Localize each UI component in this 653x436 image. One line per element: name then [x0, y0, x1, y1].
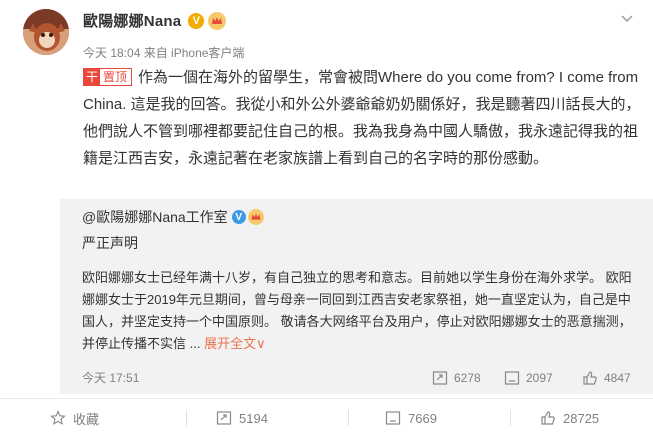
- chevron-down-icon[interactable]: [619, 10, 635, 26]
- like-button[interactable]: 28725: [540, 399, 599, 436]
- repost-card[interactable]: @歐陽娜娜Nana工作室 V 严正声明 欧阳娜娜女士已经年满十八岁，有自己独立的…: [60, 199, 653, 394]
- pin-icon: 干: [84, 69, 100, 85]
- toolbar-divider: [186, 410, 187, 426]
- author-name[interactable]: 歐陽娜娜Nana: [83, 10, 181, 31]
- comment-button[interactable]: 7669: [385, 399, 437, 436]
- expand-label: 展开全文: [204, 336, 257, 351]
- repost-author[interactable]: @歐陽娜娜Nana工作室: [82, 207, 228, 227]
- post-meta: 今天 18:04 来自 iPhone客户端: [83, 44, 244, 61]
- crown-icon: [208, 11, 227, 30]
- favorite-button[interactable]: 收藏: [50, 399, 99, 436]
- post-source: 来自 iPhone客户端: [143, 46, 245, 60]
- pin-label: 置顶: [103, 70, 128, 84]
- favorite-label: 收藏: [73, 411, 100, 427]
- post-header: 歐陽娜娜Nana V 今天 18:04 来自 iPhone客户端: [0, 0, 653, 66]
- repost-title: 严正声明: [82, 235, 138, 251]
- pin-tag: 干置顶: [83, 68, 133, 86]
- toolbar-divider: [510, 410, 511, 426]
- repost-count: 5194: [239, 410, 268, 426]
- repost-comment-count: 2097: [526, 371, 553, 385]
- repost-button[interactable]: 5194: [216, 399, 268, 436]
- repost-repost-count: 6278: [454, 371, 481, 385]
- expand-link[interactable]: 展开全文∨: [204, 336, 266, 351]
- verified-badge-icon: V: [188, 12, 205, 29]
- post-time[interactable]: 今天 18:04: [83, 46, 140, 60]
- repost-repost-button[interactable]: 6278: [432, 367, 481, 389]
- avatar-image: [23, 9, 69, 55]
- comment-count: 7669: [408, 410, 437, 426]
- repost-time[interactable]: 今天 17:51: [82, 369, 139, 386]
- like-icon: [541, 411, 555, 425]
- repost-footer: 今天 17:51 6278 2097 4847: [60, 367, 653, 389]
- repost-icon: [216, 411, 232, 425]
- avatar[interactable]: [23, 9, 69, 55]
- post-content: 干置顶 作為一個在海外的留學生，常會被問Where do you come fro…: [83, 64, 643, 172]
- repost-like-count: 4847: [604, 371, 631, 385]
- repost-icon: [432, 371, 448, 385]
- verified-badge-icon: V: [231, 210, 246, 224]
- chevron-down-icon: ∨: [256, 336, 266, 351]
- comment-icon: [385, 411, 401, 425]
- like-icon: [583, 371, 597, 385]
- repost-comment-button[interactable]: 2097: [504, 367, 553, 389]
- toolbar-divider: [348, 410, 349, 426]
- repost-like-button[interactable]: 4847: [582, 367, 631, 389]
- star-icon: [50, 410, 66, 425]
- repost-body-text: 欧阳娜娜女士已经年满十八岁，有自己独立的思考和意志。目前她以学生身份在海外求学。…: [82, 270, 632, 351]
- crown-icon: [247, 209, 264, 225]
- like-count: 28725: [563, 410, 600, 426]
- comment-icon: [504, 371, 520, 385]
- action-toolbar: 收藏 5194 7669 28725: [0, 398, 653, 436]
- repost-body: 欧阳娜娜女士已经年满十八岁，有自己独立的思考和意志。目前她以学生身份在海外求学。…: [82, 267, 642, 355]
- post-text: 作為一個在海外的留學生，常會被問Where do you come from? …: [83, 69, 641, 167]
